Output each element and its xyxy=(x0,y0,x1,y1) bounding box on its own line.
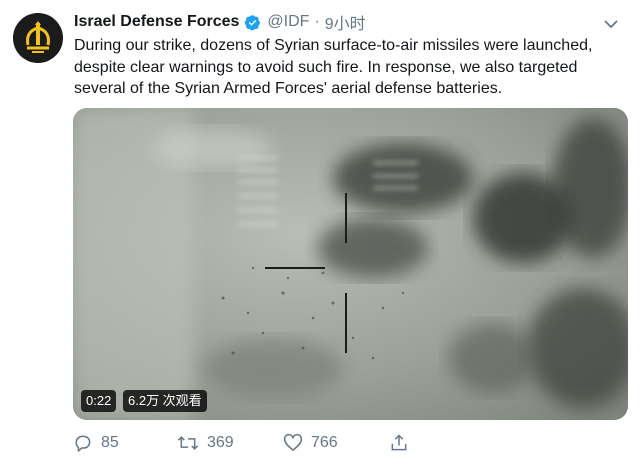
reply-button[interactable]: 85 xyxy=(73,433,143,453)
separator-dot: · xyxy=(314,13,320,30)
retweet-count: 369 xyxy=(207,434,234,451)
like-count: 766 xyxy=(311,434,338,451)
tweet-text: During our strike, dozens of Syrian surf… xyxy=(74,37,593,97)
chevron-down-icon[interactable] xyxy=(604,16,618,34)
author-handle[interactable]: @IDF xyxy=(267,13,309,31)
author-name[interactable]: Israel Defense Forces xyxy=(74,13,239,31)
retweet-button[interactable]: 369 xyxy=(177,433,257,453)
share-button[interactable] xyxy=(389,433,419,453)
video-frame xyxy=(73,108,628,420)
video-player[interactable]: 0:22 6.2万 次观看 xyxy=(73,108,628,420)
like-button[interactable]: 766 xyxy=(283,433,363,453)
reply-icon xyxy=(75,435,91,452)
video-duration-badge: 0:22 xyxy=(81,390,117,412)
verified-badge-icon xyxy=(244,14,261,31)
tweet-timestamp[interactable]: 9小时 xyxy=(325,10,366,34)
reply-count: 85 xyxy=(101,434,119,451)
heart-icon xyxy=(283,433,303,451)
share-icon xyxy=(391,434,407,451)
video-views-badge: 6.2万 次观看 xyxy=(123,390,207,412)
idf-emblem-icon xyxy=(26,21,50,53)
avatar[interactable] xyxy=(13,13,63,63)
tweet-header: Israel Defense Forces @IDF · 9小时 xyxy=(74,10,620,34)
retweet-icon xyxy=(177,436,199,450)
